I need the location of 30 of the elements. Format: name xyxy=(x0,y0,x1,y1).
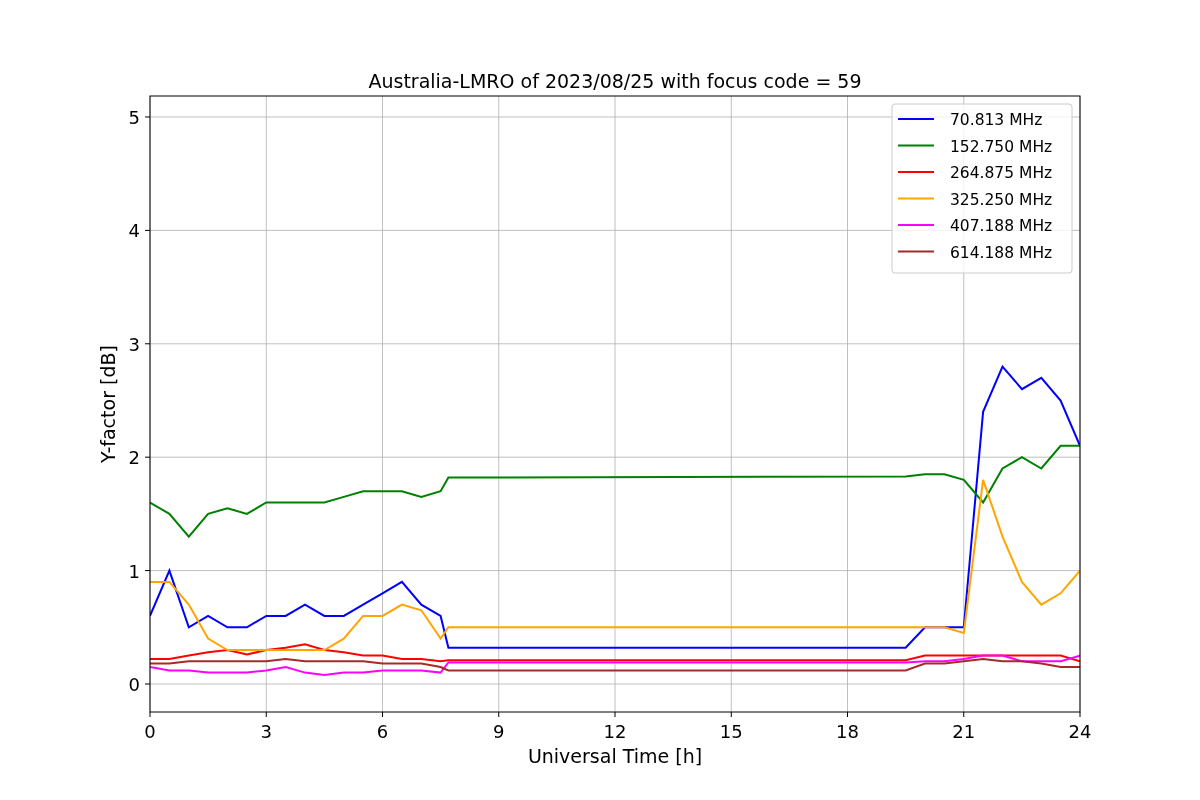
chart-title: Australia-LMRO of 2023/08/25 with focus code = 59 xyxy=(368,70,862,92)
x-tick-label: 18 xyxy=(836,721,859,742)
y-tick-label: 2 xyxy=(128,447,140,469)
legend-line-swatch xyxy=(897,224,935,226)
legend-line-swatch xyxy=(897,197,935,200)
legend-label: 407.188 MHz xyxy=(950,217,1053,235)
x-tick-label: 24 xyxy=(1068,721,1092,742)
y-tick-label: 5 xyxy=(128,107,140,128)
legend-label: 614.188 MHz xyxy=(950,243,1053,262)
x-axis-label: Universal Time [h] xyxy=(527,745,703,767)
x-tick-label: 9 xyxy=(493,721,505,742)
legend-label: 152.750 MHz xyxy=(950,137,1053,156)
x-tick-label: 21 xyxy=(952,721,976,742)
y-tick-label: 3 xyxy=(128,333,140,355)
y-tick-label: 1 xyxy=(128,560,140,582)
x-tick-label: 3 xyxy=(260,721,272,742)
legend-label: 70.813 MHz xyxy=(950,111,1043,129)
y-axis-label: Y-factor [dB] xyxy=(97,345,119,463)
y-tick-label: 4 xyxy=(128,220,140,242)
x-tick-label: 6 xyxy=(376,721,389,742)
legend-line-swatch xyxy=(897,144,935,147)
legend-label: 325.250 MHz xyxy=(950,190,1053,209)
legend-line-swatch xyxy=(897,171,935,173)
x-tick-label: 0 xyxy=(144,721,156,742)
legend-line-swatch xyxy=(897,118,935,120)
x-tick-label: 12 xyxy=(603,721,627,742)
y-tick-label: 0 xyxy=(128,674,140,695)
legend-label: 264.875 MHz xyxy=(950,164,1053,182)
legend-line-swatch xyxy=(897,250,935,253)
x-tick-label: 15 xyxy=(719,721,743,742)
